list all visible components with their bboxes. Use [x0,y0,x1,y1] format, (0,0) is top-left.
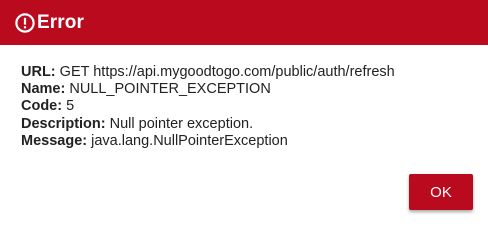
detail-row-name: Name: NULL_POINTER_EXCEPTION [21,81,478,98]
detail-value: Null pointer exception. [109,115,254,132]
alert-circle-icon [14,12,36,34]
detail-value: java.lang.NullPointerException [91,132,288,149]
error-dialog: Error URL: GET https://api.mygoodtogo.co… [0,0,488,252]
ok-button[interactable]: OK [409,174,473,210]
detail-key: Description: [21,115,106,132]
dialog-header: Error [0,0,488,45]
dialog-title: Error [37,11,84,33]
error-details: URL: GET https://api.mygoodtogo.com/publ… [21,64,478,150]
detail-row-message: Message: java.lang.NullPointerException [21,133,478,150]
detail-value: 5 [66,98,75,115]
detail-value: GET https://api.mygoodtogo.com/public/au… [59,64,395,80]
detail-key: URL: [21,64,56,80]
detail-key: Message: [21,132,88,149]
detail-row-description: Description: Null pointer exception. [21,116,478,133]
detail-key: Name: [21,81,66,98]
detail-value: NULL_POINTER_EXCEPTION [69,81,271,98]
detail-row-url: URL: GET https://api.mygoodtogo.com/publ… [21,64,478,81]
detail-key: Code: [21,98,63,115]
detail-row-code: Code: 5 [21,98,478,115]
